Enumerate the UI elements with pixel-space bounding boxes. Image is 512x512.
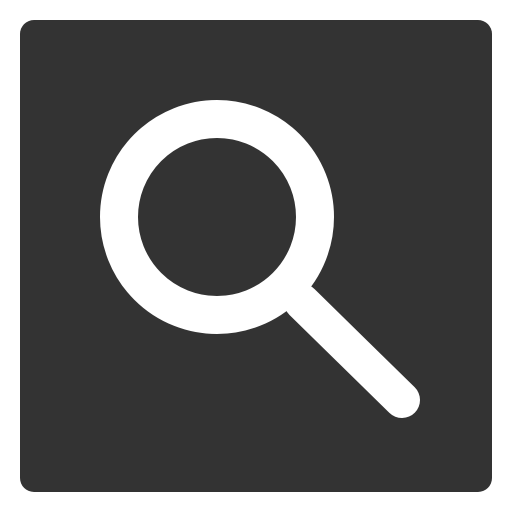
search-button[interactable]	[20, 20, 492, 492]
search-icon-handle	[284, 284, 420, 418]
search-icon-lens	[100, 100, 334, 334]
page	[0, 0, 512, 512]
search-icon	[100, 100, 420, 418]
